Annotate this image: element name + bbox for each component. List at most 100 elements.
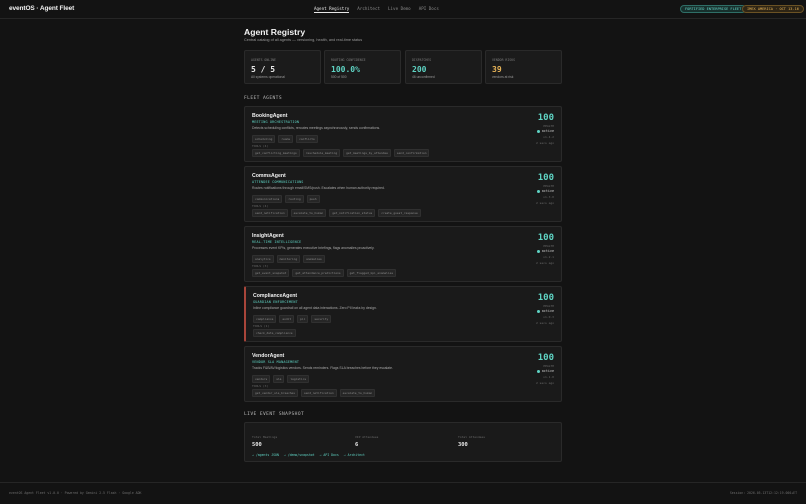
- agent-health-score: 100: [537, 173, 554, 183]
- agent-tag: monitoring: [276, 255, 301, 263]
- top-nav-bar: eventOS · Agent Fleet Agent Registry Arc…: [0, 0, 806, 19]
- agent-health-score: 100: [537, 353, 554, 363]
- stat-value: 100.0%: [331, 65, 360, 74]
- main-nav: Agent Registry Architect Live Demo API D…: [314, 6, 439, 13]
- agent-description: Tracks F&B/AV/logistics vendors. Sends r…: [252, 366, 393, 370]
- agent-tool: get_event_snapshot: [252, 269, 290, 277]
- status-dot-icon: [536, 369, 540, 373]
- status-dot-icon: [536, 189, 540, 193]
- agent-tag: analytics: [252, 255, 274, 263]
- agent-version: v1.4.2: [543, 135, 554, 139]
- agent-tool: get_attendance_predictions: [292, 269, 344, 277]
- tools-label: TOOLS (1): [253, 324, 270, 328]
- agent-last-seen: 2 secs ago: [535, 261, 554, 265]
- stat-routing-confidence: ROUTING CONFIDENCE 100.0% 500 of 500: [324, 50, 401, 84]
- stat-label: ROUTING CONFIDENCE: [331, 58, 366, 62]
- agent-name: CommsAgent: [252, 173, 286, 179]
- status-dot-icon: [536, 309, 540, 313]
- agent-tags: compliance audit pii security: [253, 315, 332, 323]
- nav-live-demo[interactable]: Live Demo: [388, 6, 411, 13]
- link-architect[interactable]: → Architect: [344, 453, 365, 457]
- footer-credits: eventOS Agent Fleet v1.0.0 · Powered by …: [9, 491, 142, 495]
- agent-tool: create_guest_response: [378, 209, 421, 217]
- agent-tag: compliance: [253, 315, 277, 323]
- agent-version: v1.3.0: [543, 195, 554, 199]
- link-api-docs[interactable]: → API Docs: [320, 453, 339, 457]
- agent-card[interactable]: InsightAgent REAL-TIME INTELLIGENCE Proc…: [244, 226, 562, 282]
- agent-role: MEETING ORCHESTRATION: [252, 120, 300, 124]
- agent-name: InsightAgent: [252, 233, 284, 239]
- health-label: HEALTH: [543, 184, 554, 188]
- agent-tool: get_meetings_by_attendee: [343, 149, 391, 157]
- footer-session: Session: 2026-05-13T12:12:19.000+ET: [729, 491, 797, 495]
- brand-logo[interactable]: eventOS · Agent Fleet: [9, 5, 74, 12]
- snapshot-links: → /agents JSON → /demo/snapshot → API Do…: [252, 453, 365, 457]
- agent-tags: communications routing push: [252, 195, 320, 203]
- agent-tool: send_notification: [301, 389, 337, 397]
- health-label: HEALTH: [543, 364, 554, 368]
- nav-agent-registry[interactable]: Agent Registry: [314, 6, 350, 13]
- page-title: Agent Registry: [244, 27, 306, 37]
- agent-tags: analytics monitoring anomalies: [252, 255, 325, 263]
- health-label: HEALTH: [543, 244, 554, 248]
- link-agents-json[interactable]: → /agents JSON: [252, 453, 279, 457]
- snapshot-total-meetings: Total Meetings 500: [252, 435, 277, 448]
- agent-card[interactable]: CommsAgent ATTENDEE COMMUNICATIONS Route…: [244, 166, 562, 222]
- agent-tag: conflicts: [296, 135, 318, 143]
- agent-last-seen: 2 secs ago: [535, 201, 554, 205]
- agent-description: Processes event KPIs, generates executiv…: [252, 246, 375, 250]
- health-label: HEALTH: [543, 304, 554, 308]
- status-text: active: [541, 369, 554, 373]
- link-demo-snapshot[interactable]: → /demo/snapshot: [284, 453, 315, 457]
- page-subtitle: Central catalog of all agents — versioni…: [244, 38, 363, 42]
- agent-last-seen: 2 secs ago: [535, 321, 554, 325]
- snapshot-vip-attendees: VIP Attendees 6: [355, 435, 378, 448]
- agent-tag: sla: [273, 375, 285, 383]
- status-dot-icon: [536, 249, 540, 253]
- status-text: active: [541, 249, 554, 253]
- event-badge: IMEX AMERICA · OCT 13-16: [742, 5, 804, 13]
- agent-tag: logistics: [287, 375, 310, 383]
- agent-tools: check_data_compliance: [253, 329, 296, 337]
- stat-agents-online: AGENTS ONLINE 5 / 5 All systems operatio…: [244, 50, 321, 84]
- tools-label: TOOLS (4): [252, 144, 269, 148]
- snapshot-label: VIP Attendees: [355, 435, 379, 439]
- health-label: HEALTH: [543, 124, 554, 128]
- agent-tag: scheduling: [252, 135, 276, 143]
- agent-tag: pii: [297, 315, 309, 323]
- snapshot-value: 6: [355, 442, 359, 448]
- nav-architect[interactable]: Architect: [357, 6, 380, 13]
- nav-api-docs[interactable]: API Docs: [419, 6, 439, 13]
- live-event-snapshot: Total Meetings 500 VIP Attendees 6 Total…: [244, 422, 562, 462]
- agent-tag: routing: [285, 195, 304, 203]
- status-text: active: [541, 309, 554, 313]
- agent-role: ATTENDEE COMMUNICATIONS: [252, 180, 304, 184]
- agent-name: VendorAgent: [252, 353, 285, 359]
- agent-tag: communications: [252, 195, 283, 203]
- snapshot-label: Total Attendees: [458, 435, 486, 439]
- agent-card[interactable]: VendorAgent VENDOR SLA MANAGEMENT Tracks…: [244, 346, 562, 402]
- agent-card[interactable]: BookingAgent MEETING ORCHESTRATION Detec…: [244, 106, 562, 162]
- agent-health-score: 100: [537, 113, 554, 123]
- stat-sub: 500 of 500: [331, 75, 347, 79]
- agent-tools: get_conflicting_meetings reschedule_meeti…: [252, 149, 430, 157]
- agent-description: Inline compliance guardrail on all agent…: [253, 306, 377, 310]
- footer: eventOS Agent Fleet v1.0.0 · Powered by …: [0, 482, 806, 504]
- status-dot-icon: [536, 129, 540, 133]
- stat-value: 200: [412, 65, 427, 74]
- agent-description: Routes notifications through email/SMS/p…: [252, 186, 385, 190]
- agent-tag: rooms: [278, 135, 294, 143]
- agent-tag: push: [306, 195, 320, 203]
- agent-tools: get_event_snapshot get_attendance_predict…: [252, 269, 397, 277]
- agent-tool: escalate_to_human: [339, 389, 376, 397]
- env-badge: FORTIFIED ENTERPRISE FLEET: [680, 5, 747, 13]
- fleet-section-title: FLEET AGENTS: [244, 96, 282, 101]
- agent-tool: send_notification: [252, 209, 288, 217]
- agent-last-seen: 2 secs ago: [535, 141, 554, 145]
- agent-card[interactable]: ComplianceAgent GUARDIAN ENFORCEMENT Inl…: [244, 286, 562, 342]
- agent-tool: send_confirmation: [393, 149, 430, 157]
- agent-version: v1.0.3: [543, 315, 554, 319]
- tools-label: TOOLS (3): [252, 384, 269, 388]
- agent-description: Detects scheduling conflicts, reroutes m…: [252, 126, 381, 130]
- agent-tool: get_vendor_sla_breaches: [252, 389, 299, 397]
